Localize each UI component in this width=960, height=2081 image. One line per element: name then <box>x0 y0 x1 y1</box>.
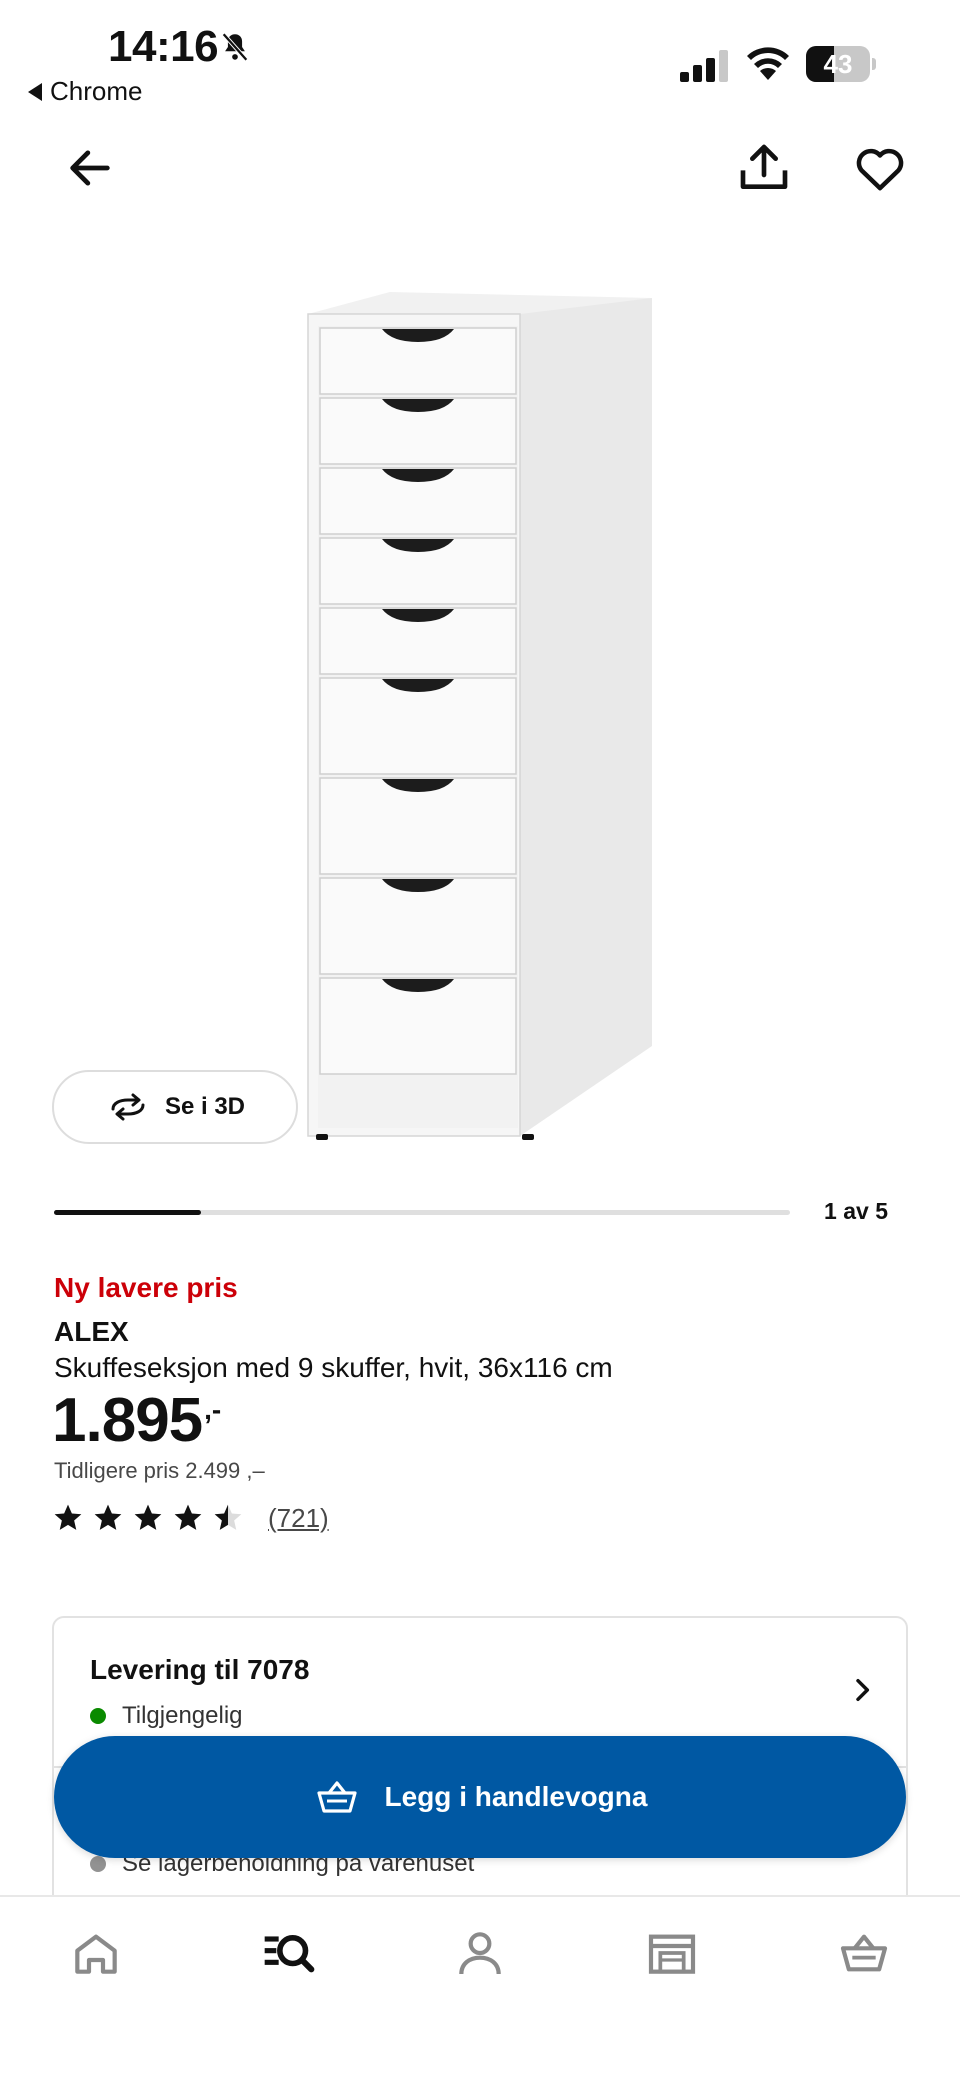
battery-level: 43 <box>823 49 853 79</box>
carousel-page-counter: 1 av 5 <box>824 1198 888 1224</box>
star-icon <box>134 1504 162 1530</box>
home-icon <box>75 1934 117 1974</box>
add-to-cart-button[interactable]: Legg i handlevogna <box>54 1736 906 1858</box>
profile-icon <box>459 1932 501 1975</box>
view-3d-label: Se i 3D <box>164 1093 246 1120</box>
back-triangle-icon <box>28 82 42 101</box>
status-time: 14:16 <box>108 22 219 71</box>
arrow-left-icon[interactable] <box>64 142 116 194</box>
add-to-cart-label: Legg i handlevogna <box>384 1781 648 1812</box>
status-dot-icon <box>90 1856 106 1872</box>
price: 1.895 ,- <box>52 1388 221 1454</box>
basket-icon <box>316 1781 357 1813</box>
basket-icon <box>840 1934 888 1972</box>
rating[interactable]: (721) <box>52 1502 329 1534</box>
status-dot-icon <box>90 1708 106 1724</box>
cellular-signal-icon <box>680 50 728 82</box>
tab-basket[interactable] <box>836 1925 892 1981</box>
tab-search[interactable] <box>260 1925 316 1981</box>
rating-stars <box>52 1502 244 1534</box>
new-lower-price-badge: Ny lavere pris <box>54 1272 238 1303</box>
product-name: ALEX <box>54 1316 129 1347</box>
carousel-progress-fill <box>54 1210 202 1215</box>
bell-muted-icon <box>222 32 248 62</box>
previous-price: Tidligere pris 2.499 ,– <box>54 1458 265 1483</box>
tab-home[interactable] <box>68 1925 124 1981</box>
price-suffix: ,- <box>204 1394 222 1425</box>
star-icon <box>214 1504 242 1530</box>
tab-profile[interactable] <box>452 1925 508 1981</box>
search-icon <box>264 1935 315 1973</box>
bottom-tab-bar <box>0 1895 960 2081</box>
star-icon <box>54 1504 82 1530</box>
delivery-status-label: Tilgjengelig <box>122 1702 243 1729</box>
star-icon <box>94 1504 122 1530</box>
store-icon <box>648 1934 696 1974</box>
chevron-right-icon[interactable] <box>846 1674 878 1706</box>
back-app-label: Chrome <box>50 76 143 106</box>
product-description: Skuffeseksjon med 9 skuffer, hvit, 36x11… <box>54 1352 613 1383</box>
price-amount: 1.895 <box>52 1386 203 1455</box>
view-3d-button[interactable]: Se i 3D <box>52 1070 298 1144</box>
delivery-status: Tilgjengelig <box>90 1702 243 1730</box>
delivery-title: Levering til 7078 <box>90 1654 310 1685</box>
heart-icon[interactable] <box>852 142 908 196</box>
share-icon[interactable] <box>736 140 792 196</box>
tab-store[interactable] <box>644 1925 700 1981</box>
star-icon <box>174 1504 202 1530</box>
product-image[interactable] <box>290 286 660 1146</box>
wifi-icon <box>747 47 789 80</box>
back-to-app-link[interactable]: Chrome <box>28 76 142 107</box>
battery-indicator: 43 <box>806 46 876 82</box>
review-count-link[interactable]: (721) <box>268 1503 329 1534</box>
rotate-3d-icon <box>111 1093 145 1121</box>
carousel-progress <box>54 1210 790 1215</box>
